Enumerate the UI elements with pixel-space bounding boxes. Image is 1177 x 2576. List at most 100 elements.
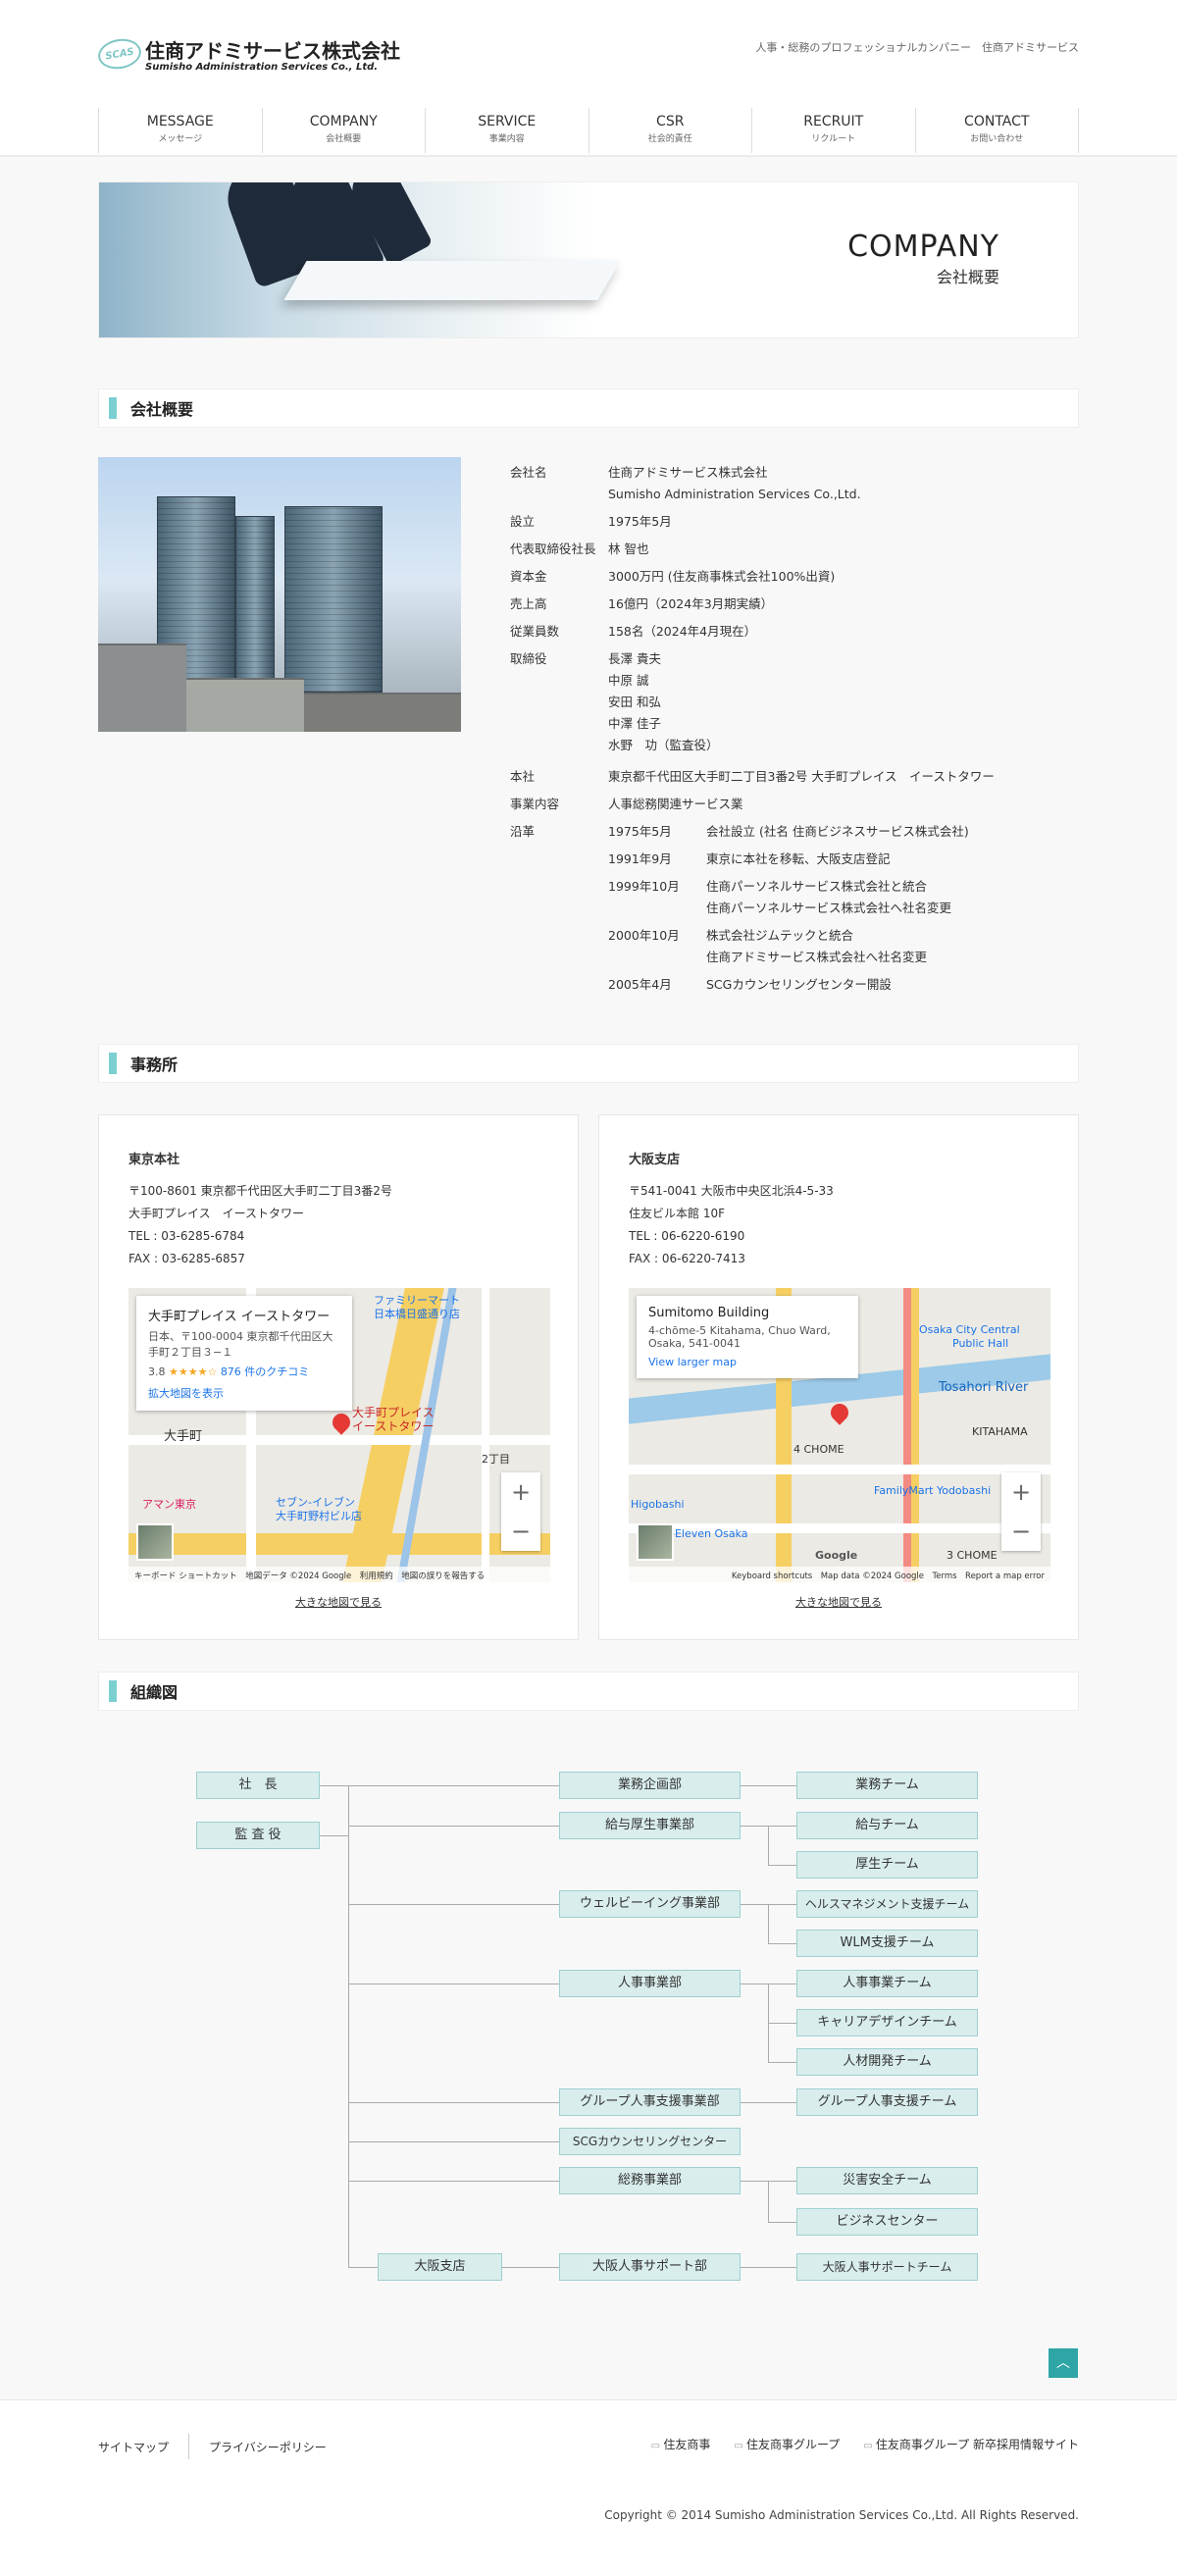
map-place-title: Sumitomo Building <box>648 1306 770 1320</box>
org-line <box>741 2181 796 2182</box>
row-label: 本社 <box>510 769 536 784</box>
map-satellite-toggle[interactable] <box>136 1523 174 1561</box>
hq-value: 東京都千代田区大手町二丁目3番2号 大手町プレイス イーストタワー <box>608 769 995 784</box>
nav-sublabel: メッセージ <box>158 134 203 144</box>
org-line <box>768 2181 769 2222</box>
map-road <box>482 1288 489 1582</box>
org-box-department: 給与厚生事業部 <box>559 1812 741 1839</box>
map-satellite-toggle[interactable] <box>637 1523 674 1561</box>
footer-divider <box>188 2434 190 2459</box>
table-shape <box>283 261 621 300</box>
office-card-tokyo: 東京本社 〒100-8601 東京都千代田区大手町二丁目3番2号 大手町プレイス… <box>98 1114 579 1640</box>
tower-shape <box>235 516 275 693</box>
org-line <box>348 1826 559 1827</box>
org-line <box>741 1904 796 1905</box>
nav-item-csr[interactable]: CSR 社会的責任 <box>588 108 752 153</box>
org-box-auditor: 監 査 役 <box>196 1822 320 1849</box>
map-footer[interactable]: キーボード ショートカット 地図データ ©2024 Google 利用規約 地図… <box>128 1567 550 1582</box>
director-name: 安田 和弘 <box>608 695 661 709</box>
copyright-text: Copyright © 2014 Sumisho Administration … <box>604 2508 1079 2522</box>
map-enlarge-link[interactable]: View larger map <box>648 1356 846 1368</box>
org-line <box>768 1943 796 1944</box>
org-line <box>348 2267 378 2268</box>
nav-item-contact[interactable]: CONTACT お問い合わせ <box>914 108 1079 153</box>
org-box-team: グループ人事支援チーム <box>796 2088 978 2116</box>
zoom-out-icon[interactable]: − <box>501 1512 540 1551</box>
capital-value: 3000万円 (住友商事株式会社100%出資) <box>608 569 836 584</box>
phone-number: TEL : 03-6285-6784 <box>128 1229 245 1243</box>
org-line <box>768 1865 796 1866</box>
director-name: 中澤 佳子 <box>608 716 661 731</box>
org-box-team: キャリアデザインチーム <box>796 2009 978 2036</box>
history-date: 1975年5月 <box>608 824 672 839</box>
back-to-top-button[interactable]: ︿ <box>1049 2348 1078 2378</box>
company-logo[interactable]: SCAS 住商アドミサービス株式会社 Sumisho Administratio… <box>95 35 400 73</box>
map-embed-tokyo[interactable]: ファミリーマート 日本橋日盛通り店 大手町プレイス イーストタワー 大手町 アマ… <box>128 1288 550 1582</box>
nav-label: MESSAGE <box>146 114 214 129</box>
low-building <box>98 644 186 732</box>
privacy-policy-link[interactable]: プライバシーポリシー <box>209 2439 327 2455</box>
nav-sublabel: 会社概要 <box>326 134 362 144</box>
view-larger-map-link[interactable]: 大きな地図で見る <box>99 1594 578 1610</box>
low-building <box>186 678 304 732</box>
org-line <box>348 2141 559 2142</box>
logo-name-en: Sumisho Administration Services Co., Ltd… <box>145 62 379 73</box>
fax-number: FAX : 03-6285-6857 <box>128 1252 245 1265</box>
site-footer: サイトマップ プライバシーポリシー 住友商事 住友商事グループ 住友商事グループ… <box>0 2399 1177 2576</box>
org-box-team: 人材開発チーム <box>796 2048 978 2076</box>
hero-title-ja: 会社概要 <box>936 268 999 286</box>
org-line <box>348 1785 349 2268</box>
view-larger-map-link[interactable]: 大きな地図で見る <box>599 1594 1078 1610</box>
sitemap-link[interactable]: サイトマップ <box>98 2439 169 2455</box>
org-line <box>768 2062 796 2063</box>
org-line <box>768 1984 769 2062</box>
nav-label: SERVICE <box>478 114 537 129</box>
star-rating-icon: ★★★★☆ <box>169 1365 218 1378</box>
row-label: 代表取締役社長 <box>510 541 596 556</box>
nav-sublabel: 社会的責任 <box>647 134 692 144</box>
header-tagline: 人事・総務のプロフェッショナルカンパニー 住商アドミサービス <box>755 41 1079 54</box>
org-box-president: 社 長 <box>196 1772 320 1799</box>
map-pin-icon[interactable] <box>827 1400 852 1425</box>
fax-number: FAX : 06-6220-7413 <box>629 1252 745 1265</box>
map-embed-osaka[interactable]: Osaka City Central Public Hall Tosahori … <box>629 1288 1050 1582</box>
map-pin-icon[interactable] <box>329 1410 354 1435</box>
map-rail <box>903 1288 911 1582</box>
footer-link-sumitomo[interactable]: 住友商事 <box>651 2436 710 2452</box>
org-box-department: 総務事業部 <box>559 2167 741 2194</box>
row-label: 売上高 <box>510 596 547 611</box>
section-heading-offices: 事務所 <box>98 1044 1079 1083</box>
zoom-in-icon[interactable]: + <box>1001 1472 1041 1512</box>
row-label: 会社名 <box>510 465 547 480</box>
zoom-out-icon[interactable]: − <box>1001 1512 1041 1551</box>
map-road <box>629 1465 1050 1474</box>
row-label: 沿革 <box>510 824 536 839</box>
tower-shape <box>284 506 383 693</box>
zoom-in-icon[interactable]: + <box>501 1472 540 1512</box>
map-label: 大手町 <box>164 1429 203 1444</box>
nav-item-message[interactable]: MESSAGE メッセージ <box>98 108 262 153</box>
footer-link-recruit-site[interactable]: 住友商事グループ 新卒採用情報サイト <box>863 2436 1079 2452</box>
logo-name-ja: 住商アドミサービス株式会社 <box>145 39 400 63</box>
nav-item-service[interactable]: SERVICE 事業内容 <box>425 108 588 153</box>
map-enlarge-link[interactable]: 拡大地図を表示 <box>148 1385 340 1401</box>
row-label: 従業員数 <box>510 624 560 639</box>
nav-item-company[interactable]: COMPANY 会社概要 <box>261 108 426 153</box>
history-text: 住商パーソネルサービス株式会社へ社名変更 <box>706 901 952 915</box>
row-label: 設立 <box>510 514 536 529</box>
nav-item-recruit[interactable]: RECRUIT リクルート <box>751 108 915 153</box>
nav-sublabel: 事業内容 <box>488 134 525 144</box>
site-header: SCAS 住商アドミサービス株式会社 Sumisho Administratio… <box>0 0 1177 157</box>
history-text: 東京に本社を移転、大阪支店登記 <box>706 851 891 866</box>
building-photo <box>98 457 461 732</box>
map-place-address: 4-chōme-5 Kitahama, Chuo Ward, Osaka, 54… <box>648 1324 831 1350</box>
history-text: SCGカウンセリングセンター開設 <box>706 977 892 992</box>
section-heading-text: 会社概要 <box>130 400 194 419</box>
map-footer[interactable]: Keyboard shortcuts Map data ©2024 Google… <box>629 1567 1050 1582</box>
history-date: 1999年10月 <box>608 879 680 894</box>
row-label: 事業内容 <box>510 797 560 811</box>
footer-link-sumitomo-group[interactable]: 住友商事グループ <box>734 2436 840 2452</box>
map-reviews-link[interactable]: 876 件のクチコミ <box>221 1365 310 1378</box>
heading-accent-bar <box>109 1053 117 1074</box>
org-line <box>768 2222 796 2223</box>
